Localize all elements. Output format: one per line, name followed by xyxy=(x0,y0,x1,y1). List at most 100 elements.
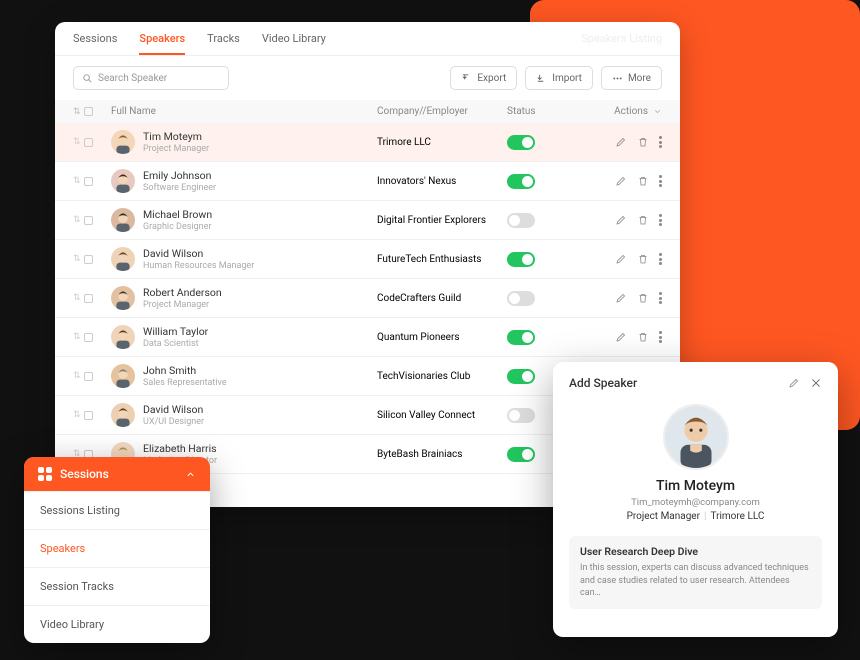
tab-speakers[interactable]: Speakers xyxy=(139,32,185,55)
speaker-name: Tim Moteym xyxy=(143,130,209,143)
delete-icon[interactable] xyxy=(637,253,649,265)
avatar xyxy=(111,169,135,193)
row-menu-icon[interactable] xyxy=(659,331,662,343)
speaker-company: Quantum Pioneers xyxy=(377,332,507,343)
session-title: User Research Deep Dive xyxy=(580,545,811,558)
row-checkbox[interactable]: ⇅ xyxy=(73,371,103,381)
grid-icon xyxy=(38,467,52,481)
table-row[interactable]: ⇅Tim MoteymProject ManagerTrimore LLC xyxy=(55,123,680,162)
row-menu-icon[interactable] xyxy=(659,253,662,265)
edit-icon[interactable] xyxy=(615,253,627,265)
profile-company: Trimore LLC xyxy=(710,511,764,522)
speaker-role: Project Manager xyxy=(143,300,222,310)
table-header: ⇅ Full Name Company//Employer Status Act… xyxy=(55,100,680,123)
edit-icon[interactable] xyxy=(615,214,627,226)
export-button[interactable]: Export xyxy=(450,66,517,90)
search-input[interactable]: Search Speaker xyxy=(73,66,229,90)
edit-icon[interactable] xyxy=(615,136,627,148)
row-menu-icon[interactable] xyxy=(659,292,662,304)
status-toggle[interactable] xyxy=(507,369,535,384)
speaker-role: Software Engineer xyxy=(143,183,216,193)
speaker-role: Sales Representative xyxy=(143,378,227,388)
delete-icon[interactable] xyxy=(637,331,649,343)
edit-icon[interactable] xyxy=(615,175,627,187)
close-icon[interactable] xyxy=(810,377,822,389)
speaker-company: ByteBash Brainiacs xyxy=(377,449,507,460)
table-row[interactable]: ⇅Michael BrownGraphic DesignerDigital Fr… xyxy=(55,201,680,240)
tab-tracks[interactable]: Tracks xyxy=(207,32,240,55)
row-menu-icon[interactable] xyxy=(659,214,662,226)
speaker-name: Elizabeth Harris xyxy=(143,442,217,455)
more-button[interactable]: More xyxy=(601,66,662,90)
row-checkbox[interactable]: ⇅ xyxy=(73,332,103,342)
status-toggle[interactable] xyxy=(507,252,535,267)
sidebar-item-session-tracks[interactable]: Session Tracks xyxy=(24,567,210,605)
profile-role: Project Manager xyxy=(627,511,700,522)
edit-icon[interactable] xyxy=(615,292,627,304)
sidebar-item-video-library[interactable]: Video Library xyxy=(24,605,210,643)
avatar xyxy=(111,247,135,271)
status-toggle[interactable] xyxy=(507,291,535,306)
speaker-name: David Wilson xyxy=(143,247,254,260)
import-button[interactable]: Import xyxy=(525,66,593,90)
sidebar-header[interactable]: Sessions xyxy=(24,457,210,491)
speaker-name: David Wilson xyxy=(143,403,204,416)
status-toggle[interactable] xyxy=(507,135,535,150)
session-card[interactable]: User Research Deep Dive In this session,… xyxy=(569,536,822,609)
actions-label: Actions xyxy=(614,106,648,117)
status-toggle[interactable] xyxy=(507,174,535,189)
session-description: In this session, experts can discuss adv… xyxy=(580,562,811,600)
speaker-role: UX/UI Designer xyxy=(143,417,204,427)
table-row[interactable]: ⇅ Emily JohnsonSoftware Engineer Innovator… xyxy=(55,162,680,201)
edit-icon[interactable] xyxy=(615,331,627,343)
sidebar-item-sessions-listing[interactable]: Sessions Listing xyxy=(24,491,210,529)
row-checkbox[interactable]: ⇅ xyxy=(73,137,103,147)
select-all-column[interactable]: ⇅ xyxy=(73,107,103,117)
profile-name: Tim Moteym xyxy=(569,478,822,494)
sessions-sidebar: Sessions Sessions ListingSpeakersSession… xyxy=(24,457,210,643)
export-icon xyxy=(461,73,472,84)
tab-video-library[interactable]: Video Library xyxy=(262,32,326,55)
row-checkbox[interactable]: ⇅ xyxy=(73,254,103,264)
fullname-header[interactable]: Full Name xyxy=(103,106,377,117)
avatar xyxy=(111,364,135,388)
row-checkbox[interactable]: ⇅ xyxy=(73,215,103,225)
sidebar-item-speakers[interactable]: Speakers xyxy=(24,529,210,567)
row-checkbox[interactable]: ⇅ xyxy=(73,293,103,303)
speaker-name: Emily Johnson xyxy=(143,169,216,182)
search-icon xyxy=(82,73,93,84)
delete-icon[interactable] xyxy=(637,214,649,226)
export-label: Export xyxy=(477,73,506,84)
status-toggle[interactable] xyxy=(507,408,535,423)
row-menu-icon[interactable] xyxy=(659,175,662,187)
row-checkbox[interactable]: ⇅ xyxy=(73,410,103,420)
speaker-company: Silicon Valley Connect xyxy=(377,410,507,421)
row-checkbox[interactable]: ⇅ xyxy=(73,176,103,186)
table-row[interactable]: ⇅David WilsonHuman Resources ManagerFutu… xyxy=(55,240,680,279)
profile-email: Tim_moteymh@company.com xyxy=(569,497,822,508)
status-toggle[interactable] xyxy=(507,213,535,228)
edit-icon[interactable] xyxy=(788,377,800,389)
speaker-company: TechVisionaries Club xyxy=(377,371,507,382)
status-toggle[interactable] xyxy=(507,330,535,345)
delete-icon[interactable] xyxy=(637,175,649,187)
status-toggle[interactable] xyxy=(507,447,535,462)
toolbar: Search Speaker Export Import More xyxy=(55,56,680,100)
delete-icon[interactable] xyxy=(637,136,649,148)
breadcrumb-ghost: Speakers Listing xyxy=(581,32,662,55)
speaker-name: Robert Anderson xyxy=(143,286,222,299)
table-row[interactable]: ⇅William TaylorData ScientistQuantum Pio… xyxy=(55,318,680,357)
profile-avatar xyxy=(663,404,729,470)
table-row[interactable]: ⇅ Robert AndersonProject Manager CodeCraft… xyxy=(55,279,680,318)
delete-icon[interactable] xyxy=(637,292,649,304)
speaker-company: FutureTech Enthusiasts xyxy=(377,254,507,265)
status-header[interactable]: Status xyxy=(507,106,582,117)
speaker-company: CodeCrafters Guild xyxy=(377,293,507,304)
import-label: Import xyxy=(552,73,582,84)
company-header[interactable]: Company//Employer xyxy=(377,106,507,117)
speaker-company: Trimore LLC xyxy=(377,137,507,148)
chevron-down-icon[interactable] xyxy=(653,107,662,116)
tab-sessions[interactable]: Sessions xyxy=(73,32,117,55)
speaker-company: Innovators' Nexus xyxy=(377,176,507,187)
row-menu-icon[interactable] xyxy=(659,136,662,148)
